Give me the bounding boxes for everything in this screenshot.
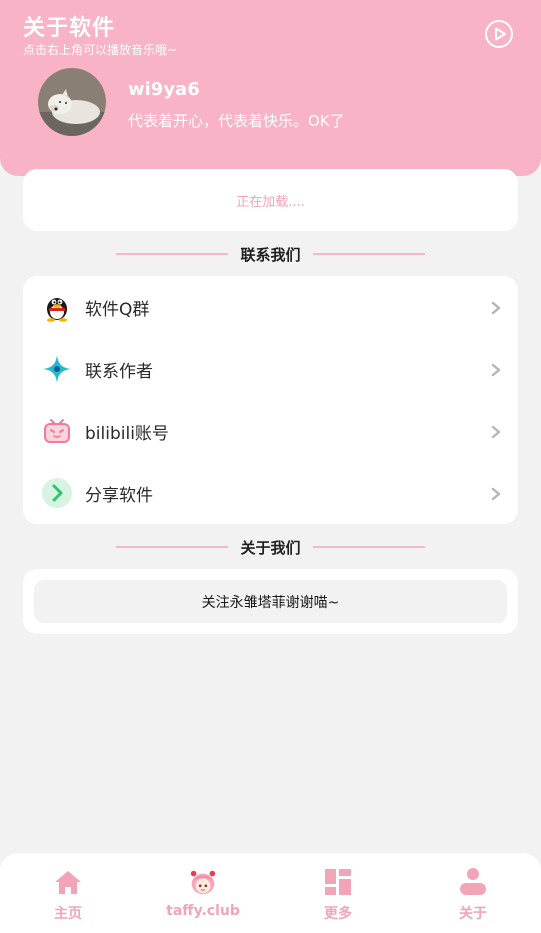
loading-text: 正在加载.... xyxy=(236,195,305,210)
chevron-right-icon xyxy=(489,300,503,315)
user-icon xyxy=(458,867,488,897)
chevron-right-icon xyxy=(489,486,503,501)
section-heading: 关于我们 xyxy=(240,538,301,557)
tab-home[interactable]: 主页 xyxy=(23,853,113,933)
notice-card: 正在加载.... xyxy=(23,169,518,231)
taffy-avatar-icon xyxy=(188,867,218,897)
tab-label: taffy.club xyxy=(166,903,240,919)
username: wi9ya6 xyxy=(128,79,200,100)
bottom-tab-bar: 主页 taffy.club 更多 关于 xyxy=(0,853,541,933)
page-title: 关于软件 xyxy=(23,16,116,41)
sparkle-star-icon xyxy=(40,352,74,386)
grid-layout-icon xyxy=(323,867,353,897)
list-item-bilibili[interactable]: bilibili账号 xyxy=(23,400,518,462)
list-item-share[interactable]: 分享软件 xyxy=(23,462,518,524)
section-heading: 联系我们 xyxy=(240,245,301,264)
about-message: 关注永雏塔菲谢谢喵~ xyxy=(34,580,507,623)
contact-section-title: 联系我们 xyxy=(0,243,541,265)
chevron-right-icon xyxy=(489,424,503,439)
qq-penguin-icon xyxy=(40,290,74,324)
tab-label: 更多 xyxy=(324,906,352,922)
list-item-qq-group[interactable]: 软件Q群 xyxy=(23,276,518,338)
list-item-label: bilibili账号 xyxy=(85,423,169,444)
user-motto: 代表着开心，代表着快乐。OK了 xyxy=(128,112,345,130)
tab-label: 主页 xyxy=(54,906,82,922)
divider xyxy=(312,546,425,548)
divider xyxy=(312,253,425,255)
list-item-label: 软件Q群 xyxy=(85,299,150,320)
profile-header: 关于软件 点击右上角可以播放音乐哦~ wi9ya6 代表着开心，代表着快乐。OK… xyxy=(0,0,541,176)
about-section-title: 关于我们 xyxy=(0,536,541,558)
dog-photo-icon xyxy=(38,68,106,136)
list-item-label: 联系作者 xyxy=(85,361,153,382)
list-item-contact-author[interactable]: 联系作者 xyxy=(23,338,518,400)
page-subtitle: 点击右上角可以播放音乐哦~ xyxy=(23,43,178,57)
about-card: 关注永雏塔菲谢谢喵~ xyxy=(23,569,518,634)
play-circle-icon xyxy=(485,20,513,48)
divider xyxy=(116,253,229,255)
list-item-label: 分享软件 xyxy=(85,485,153,506)
divider xyxy=(116,546,229,548)
play-music-button[interactable] xyxy=(484,19,514,49)
avatar xyxy=(38,68,106,136)
chevron-right-icon xyxy=(489,362,503,377)
home-icon xyxy=(53,867,83,897)
share-arrow-icon xyxy=(40,476,74,510)
tab-taffy-club[interactable]: taffy.club xyxy=(158,853,248,933)
bilibili-tv-icon xyxy=(40,414,74,448)
tab-about[interactable]: 关于 xyxy=(428,853,518,933)
tab-label: 关于 xyxy=(459,906,487,922)
tab-more[interactable]: 更多 xyxy=(293,853,383,933)
contact-list: 软件Q群 联系作者 bilibili账号 分享软件 xyxy=(23,276,518,524)
